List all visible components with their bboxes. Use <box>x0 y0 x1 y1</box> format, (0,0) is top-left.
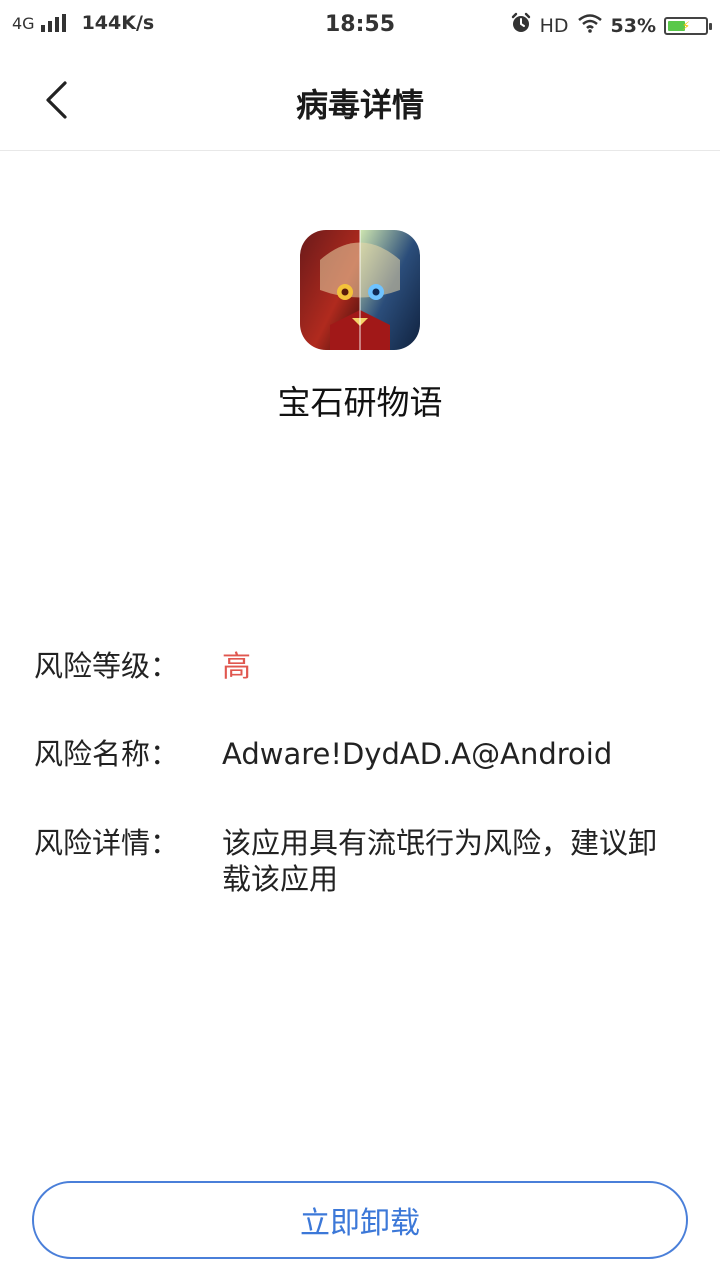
risk-name-row: 风险名称： Adware!DydAD.A@Android <box>34 736 680 772</box>
app-name: 宝石研物语 <box>277 383 443 422</box>
alarm-icon <box>510 12 532 39</box>
battery-icon: ⚡ <box>664 16 712 35</box>
risk-level-label: 风险等级： <box>34 649 180 683</box>
risk-detail-value: 该应用具有流氓行为风险，建议卸载该应用 <box>222 826 658 896</box>
page-title: 病毒详情 <box>295 86 424 124</box>
risk-detail-label: 风险详情： <box>34 826 180 860</box>
status-bar: 4G 144K/s 18:55 HD 53% ⚡ <box>0 0 720 50</box>
risk-level-row: 风险等级： 高 <box>34 648 680 684</box>
header: 病毒详情 <box>0 50 720 151</box>
battery-percent: 53% <box>610 14 656 37</box>
hd-indicator: HD <box>539 14 569 37</box>
wifi-icon <box>577 13 603 38</box>
risk-name-label: 风险名称： <box>34 737 180 771</box>
risk-level-value: 高 <box>222 649 252 683</box>
status-right: HD 53% ⚡ <box>510 12 712 39</box>
risk-name-value: Adware!DydAD.A@Android <box>222 737 613 771</box>
charging-icon: ⚡ <box>681 18 691 33</box>
app-icon <box>300 230 420 350</box>
risk-detail-row: 风险详情： 该应用具有流氓行为风险，建议卸载该应用 <box>34 825 680 897</box>
uninstall-button[interactable]: 立即卸载 <box>32 1181 688 1259</box>
